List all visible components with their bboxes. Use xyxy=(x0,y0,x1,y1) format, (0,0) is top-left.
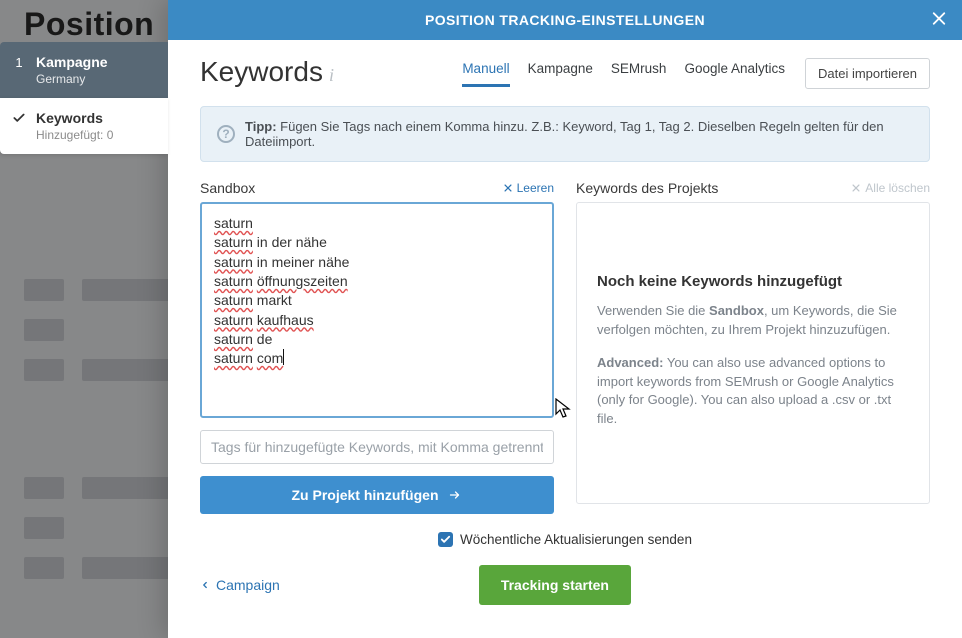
tab-manuell[interactable]: Manuell xyxy=(462,61,509,87)
clear-sandbox-label: Leeren xyxy=(517,181,554,195)
chevron-left-icon xyxy=(200,579,210,591)
question-icon: ? xyxy=(217,125,235,143)
sandbox-line[interactable]: saturn kaufhaus xyxy=(214,311,540,330)
import-tabs: Manuell Kampagne SEMrush Google Analytic… xyxy=(462,61,785,87)
empty-state-title: Noch keine Keywords hinzugefügt xyxy=(597,273,909,290)
sandbox-heading: Sandbox xyxy=(200,180,255,196)
tip-text: Fügen Sie Tags nach einem Komma hinzu. Z… xyxy=(245,119,884,149)
step-sub: Hinzugefügt: 0 xyxy=(36,128,113,142)
modal-title: POSITION TRACKING-EINSTELLUNGEN xyxy=(425,12,705,28)
start-tracking-button[interactable]: Tracking starten xyxy=(479,565,631,605)
add-to-project-label: Zu Projekt hinzufügen xyxy=(292,487,439,503)
sandbox-line[interactable]: saturn de xyxy=(214,330,540,349)
import-file-button[interactable]: Datei importieren xyxy=(805,58,930,89)
step-keywords[interactable]: Keywords Hinzugefügt: 0 xyxy=(0,98,168,154)
delete-all-button: Alle löschen xyxy=(851,181,930,195)
close-icon[interactable] xyxy=(930,10,948,31)
step-title: Kampagne xyxy=(36,54,108,70)
sandbox-textarea[interactable]: saturnsaturn in der nähesaturn in meiner… xyxy=(200,202,554,418)
tab-semrush[interactable]: SEMrush xyxy=(611,61,667,87)
sandbox-line[interactable]: saturn com xyxy=(214,349,540,368)
check-icon xyxy=(12,111,26,125)
sandbox-line[interactable]: saturn in der nähe xyxy=(214,233,540,252)
delete-all-label: Alle löschen xyxy=(865,181,930,195)
project-keywords-box: Noch keine Keywords hinzugefügt Verwende… xyxy=(576,202,930,504)
section-title: Keywords xyxy=(200,58,323,86)
step-kampagne[interactable]: 1 Kampagne Germany xyxy=(0,42,168,98)
project-keywords-heading: Keywords des Projekts xyxy=(576,180,718,196)
sandbox-line[interactable]: saturn in meiner nähe xyxy=(214,253,540,272)
weekly-updates-checkbox[interactable]: Wöchentliche Aktualisierungen senden xyxy=(438,532,692,547)
step-title: Keywords xyxy=(36,110,113,126)
back-label: Campaign xyxy=(216,577,280,593)
weekly-updates-label: Wöchentliche Aktualisierungen senden xyxy=(460,532,692,547)
empty-state-text-1: Verwenden Sie die Sandbox, um Keywords, … xyxy=(597,302,909,340)
tab-kampagne[interactable]: Kampagne xyxy=(528,61,593,87)
arrow-right-icon xyxy=(447,489,463,501)
add-to-project-button[interactable]: Zu Projekt hinzufügen xyxy=(200,476,554,514)
back-button[interactable]: Campaign xyxy=(200,577,280,593)
step-sub: Germany xyxy=(36,72,108,86)
empty-state-text-2: Advanced: You can also use advanced opti… xyxy=(597,354,909,429)
checkbox-checked-icon xyxy=(438,532,453,547)
sandbox-line[interactable]: saturn öffnungszeiten xyxy=(214,272,540,291)
sandbox-line[interactable]: saturn xyxy=(214,214,540,233)
tab-google-analytics[interactable]: Google Analytics xyxy=(684,61,785,87)
step-number: 1 xyxy=(12,55,26,70)
clear-sandbox-button[interactable]: Leeren xyxy=(503,181,554,195)
sandbox-line[interactable]: saturn markt xyxy=(214,291,540,310)
info-icon[interactable]: i xyxy=(329,65,334,89)
tip-box: ? Tipp: Fügen Sie Tags nach einem Komma … xyxy=(200,106,930,162)
settings-modal: POSITION TRACKING-EINSTELLUNGEN Keywords… xyxy=(168,0,962,638)
tip-label: Tipp: xyxy=(245,119,277,134)
steps-sidebar: 1 Kampagne Germany Keywords Hinzugefügt:… xyxy=(0,42,168,154)
tags-input[interactable] xyxy=(200,430,554,464)
modal-header: POSITION TRACKING-EINSTELLUNGEN xyxy=(168,0,962,40)
